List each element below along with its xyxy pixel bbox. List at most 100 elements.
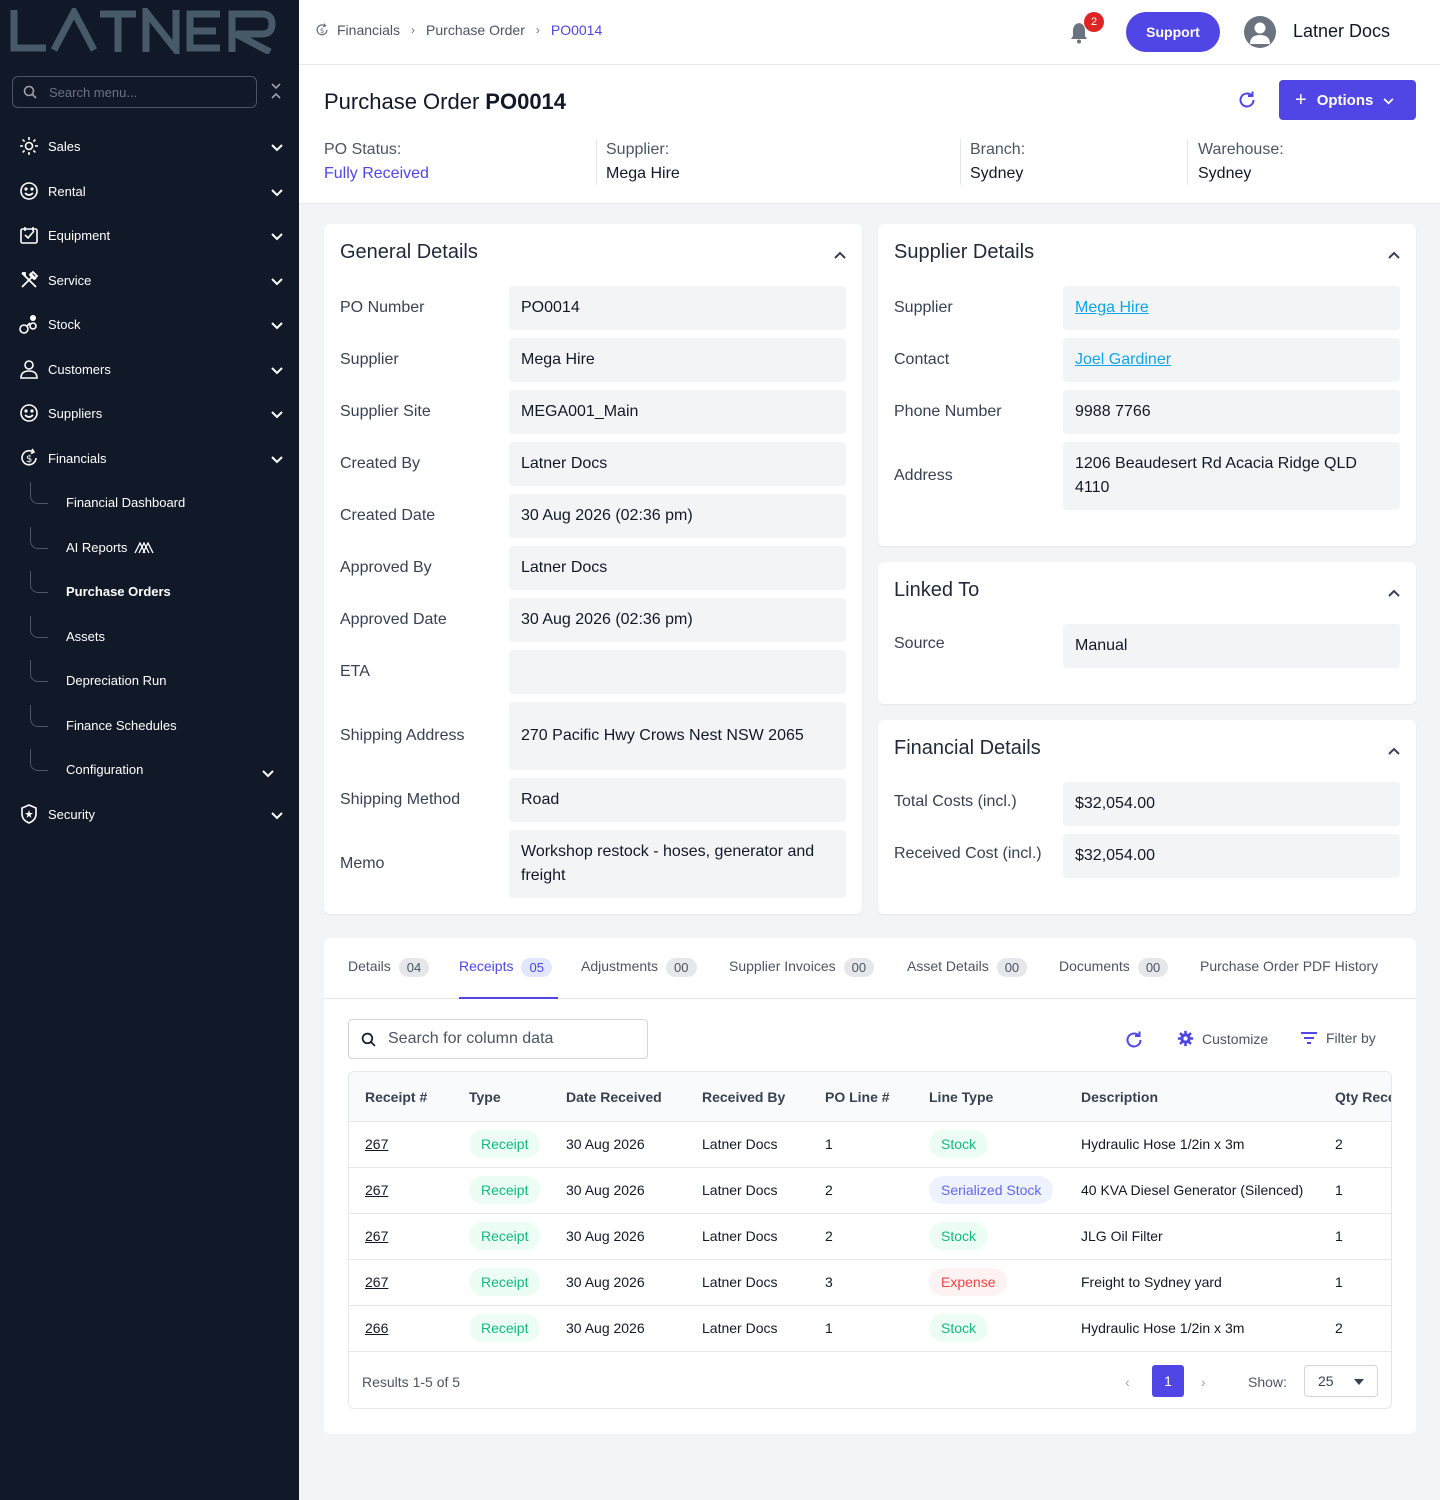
chevron-up-icon[interactable] bbox=[1388, 246, 1400, 264]
sidebar-item-sales[interactable]: Sales bbox=[0, 126, 299, 166]
created-date-value: 30 Aug 2026 (02:36 pm) bbox=[509, 494, 846, 538]
chevron-up-icon[interactable] bbox=[1388, 584, 1400, 602]
receipt-link[interactable]: 266 bbox=[365, 1320, 388, 1336]
breadcrumb-financials[interactable]: Financials bbox=[337, 22, 400, 38]
tab-supplier-invoices[interactable]: Supplier Invoices 00 bbox=[729, 958, 875, 999]
sidebar-subitem-depreciation-run[interactable]: Depreciation Run bbox=[30, 660, 290, 700]
customize-label: Customize bbox=[1202, 1030, 1269, 1047]
table-search-input[interactable]: Search for column data bbox=[348, 1019, 648, 1059]
field-label: Memo bbox=[340, 855, 385, 872]
tab-asset-details[interactable]: Asset Details 00 bbox=[907, 958, 1028, 999]
sidebar-item-label: Service bbox=[48, 272, 92, 288]
tree-connector bbox=[30, 571, 48, 593]
table-row[interactable]: 267 Receipt 30 Aug 2026 Latner Docs 3 Ex… bbox=[349, 1260, 1391, 1306]
date-received-cell: 30 Aug 2026 bbox=[566, 1182, 645, 1198]
sidebar-subitem-label: Financial Dashboard bbox=[66, 494, 186, 510]
contact-link[interactable]: Joel Gardiner bbox=[1075, 348, 1171, 372]
sidebar-item-customers[interactable]: Customers bbox=[0, 349, 299, 389]
table-row[interactable]: 267 Receipt 30 Aug 2026 Latner Docs 1 St… bbox=[349, 1122, 1391, 1168]
page-size-select[interactable]: 25 bbox=[1304, 1365, 1378, 1397]
stock-icon bbox=[18, 313, 40, 335]
chevron-up-icon[interactable] bbox=[1388, 742, 1400, 760]
warehouse-field: Warehouse: Sydney bbox=[1198, 141, 1284, 183]
customize-button[interactable]: Customize bbox=[1177, 1030, 1268, 1047]
table-row[interactable]: 267 Receipt 30 Aug 2026 Latner Docs 2 St… bbox=[349, 1214, 1391, 1260]
card-title: General Details bbox=[340, 241, 478, 263]
tab-details[interactable]: Details 04 bbox=[348, 958, 430, 999]
divider bbox=[1187, 139, 1188, 185]
sidebar-item-stock[interactable]: Stock bbox=[0, 304, 299, 344]
po-line-cell: 2 bbox=[825, 1228, 833, 1244]
date-received-cell: 30 Aug 2026 bbox=[566, 1274, 645, 1290]
sidebar-item-suppliers[interactable]: Suppliers bbox=[0, 393, 299, 433]
tab-count: 00 bbox=[1137, 958, 1169, 977]
date-received-cell: 30 Aug 2026 bbox=[566, 1228, 645, 1244]
shipping-method-value: Road bbox=[509, 778, 846, 822]
avatar[interactable] bbox=[1244, 16, 1276, 48]
card-title: Linked To bbox=[894, 579, 980, 601]
sidebar-item-equipment[interactable]: Equipment bbox=[0, 215, 299, 255]
po-line-cell: 3 bbox=[825, 1274, 833, 1290]
table-footer: Results 1-5 of 5 ‹ 1 › Show: 25 bbox=[349, 1353, 1391, 1408]
user-icon bbox=[1250, 22, 1270, 44]
breadcrumb-purchase-order[interactable]: Purchase Order bbox=[426, 22, 525, 38]
refresh-icon[interactable] bbox=[1237, 90, 1257, 115]
address-value: 1206 Beaudesert Rd Acacia Ridge QLD 4110 bbox=[1063, 442, 1400, 510]
sidebar-subitem-finance-schedules[interactable]: Finance Schedules bbox=[30, 705, 290, 745]
sidebar-subitem-ai-reports[interactable]: AI Reports bbox=[30, 527, 290, 567]
table-row[interactable]: 267 Receipt 30 Aug 2026 Latner Docs 2 Se… bbox=[349, 1168, 1391, 1214]
sidebar-item-label: Suppliers bbox=[48, 405, 103, 421]
sidebar-subitem-configuration[interactable]: Configuration bbox=[30, 749, 290, 789]
tab-label: Supplier Invoices bbox=[729, 958, 836, 974]
table-refresh-button[interactable] bbox=[1124, 1030, 1144, 1050]
tab-po-pdf-history[interactable]: Purchase Order PDF History bbox=[1200, 958, 1378, 999]
sidebar-item-security[interactable]: Security bbox=[0, 794, 299, 834]
user-name[interactable]: Latner Docs bbox=[1293, 21, 1390, 42]
sidebar-subitem-label: Finance Schedules bbox=[66, 717, 177, 733]
receipt-link[interactable]: 267 bbox=[365, 1182, 388, 1198]
receipt-link[interactable]: 267 bbox=[365, 1136, 388, 1152]
tab-receipts[interactable]: Receipts 05 bbox=[459, 958, 558, 999]
receipt-link[interactable]: 267 bbox=[365, 1228, 388, 1244]
collapse-sidebar-icon[interactable] bbox=[268, 82, 284, 100]
line-type-badge: Stock bbox=[929, 1222, 989, 1250]
sidebar-search-input[interactable]: Search menu... bbox=[12, 76, 257, 108]
column-header[interactable]: Received By bbox=[702, 1089, 785, 1105]
page-button-current[interactable]: 1 bbox=[1152, 1365, 1184, 1397]
support-button[interactable]: Support bbox=[1126, 12, 1220, 52]
receipt-link[interactable]: 267 bbox=[365, 1274, 388, 1290]
sidebar-subitem-assets[interactable]: Assets bbox=[30, 616, 290, 656]
chevron-up-icon[interactable] bbox=[834, 246, 846, 264]
column-header[interactable]: Receipt # bbox=[365, 1089, 427, 1105]
filter-button[interactable]: Filter by bbox=[1300, 1030, 1376, 1046]
memo-value: Workshop restock - hoses, generator and … bbox=[509, 830, 846, 898]
tab-documents[interactable]: Documents 00 bbox=[1059, 958, 1169, 999]
sidebar-item-rental[interactable]: Rental bbox=[0, 171, 299, 211]
options-button[interactable]: + Options bbox=[1279, 80, 1416, 120]
page-title-id: PO0014 bbox=[485, 89, 567, 114]
column-header[interactable]: Date Received bbox=[566, 1089, 662, 1105]
column-header[interactable]: Line Type bbox=[929, 1089, 993, 1105]
logo-wordmark bbox=[10, 1, 276, 61]
column-header[interactable]: PO Line # bbox=[825, 1089, 890, 1105]
sidebar-subitem-purchase-orders[interactable]: Purchase Orders bbox=[30, 571, 290, 611]
chevron-left-icon[interactable]: ‹ bbox=[1125, 1374, 1130, 1390]
tab-adjustments[interactable]: Adjustments 00 bbox=[581, 958, 697, 999]
chevron-right-icon[interactable]: › bbox=[1201, 1374, 1206, 1390]
sidebar-item-service[interactable]: Service bbox=[0, 260, 299, 300]
type-badge: Receipt bbox=[469, 1314, 541, 1342]
breadcrumb: $ Financials › Purchase Order › PO0014 bbox=[315, 22, 602, 38]
sidebar-subitem-financial-dashboard[interactable]: Financial Dashboard bbox=[30, 482, 290, 522]
column-header[interactable]: Qty Rece bbox=[1335, 1089, 1391, 1105]
supplier-link[interactable]: Mega Hire bbox=[1075, 296, 1149, 320]
notification-badge: 2 bbox=[1084, 12, 1104, 32]
branch-value: Sydney bbox=[970, 165, 1024, 182]
sidebar-item-financials[interactable]: $ Financials bbox=[0, 438, 299, 478]
search-icon bbox=[361, 1032, 376, 1047]
chevron-down-icon bbox=[262, 765, 274, 783]
table-row[interactable]: 266 Receipt 30 Aug 2026 Latner Docs 1 St… bbox=[349, 1306, 1391, 1352]
column-header[interactable]: Description bbox=[1081, 1089, 1158, 1105]
column-header[interactable]: Type bbox=[469, 1089, 501, 1105]
latner-logo[interactable] bbox=[10, 1, 280, 62]
received-by-cell: Latner Docs bbox=[702, 1274, 778, 1290]
